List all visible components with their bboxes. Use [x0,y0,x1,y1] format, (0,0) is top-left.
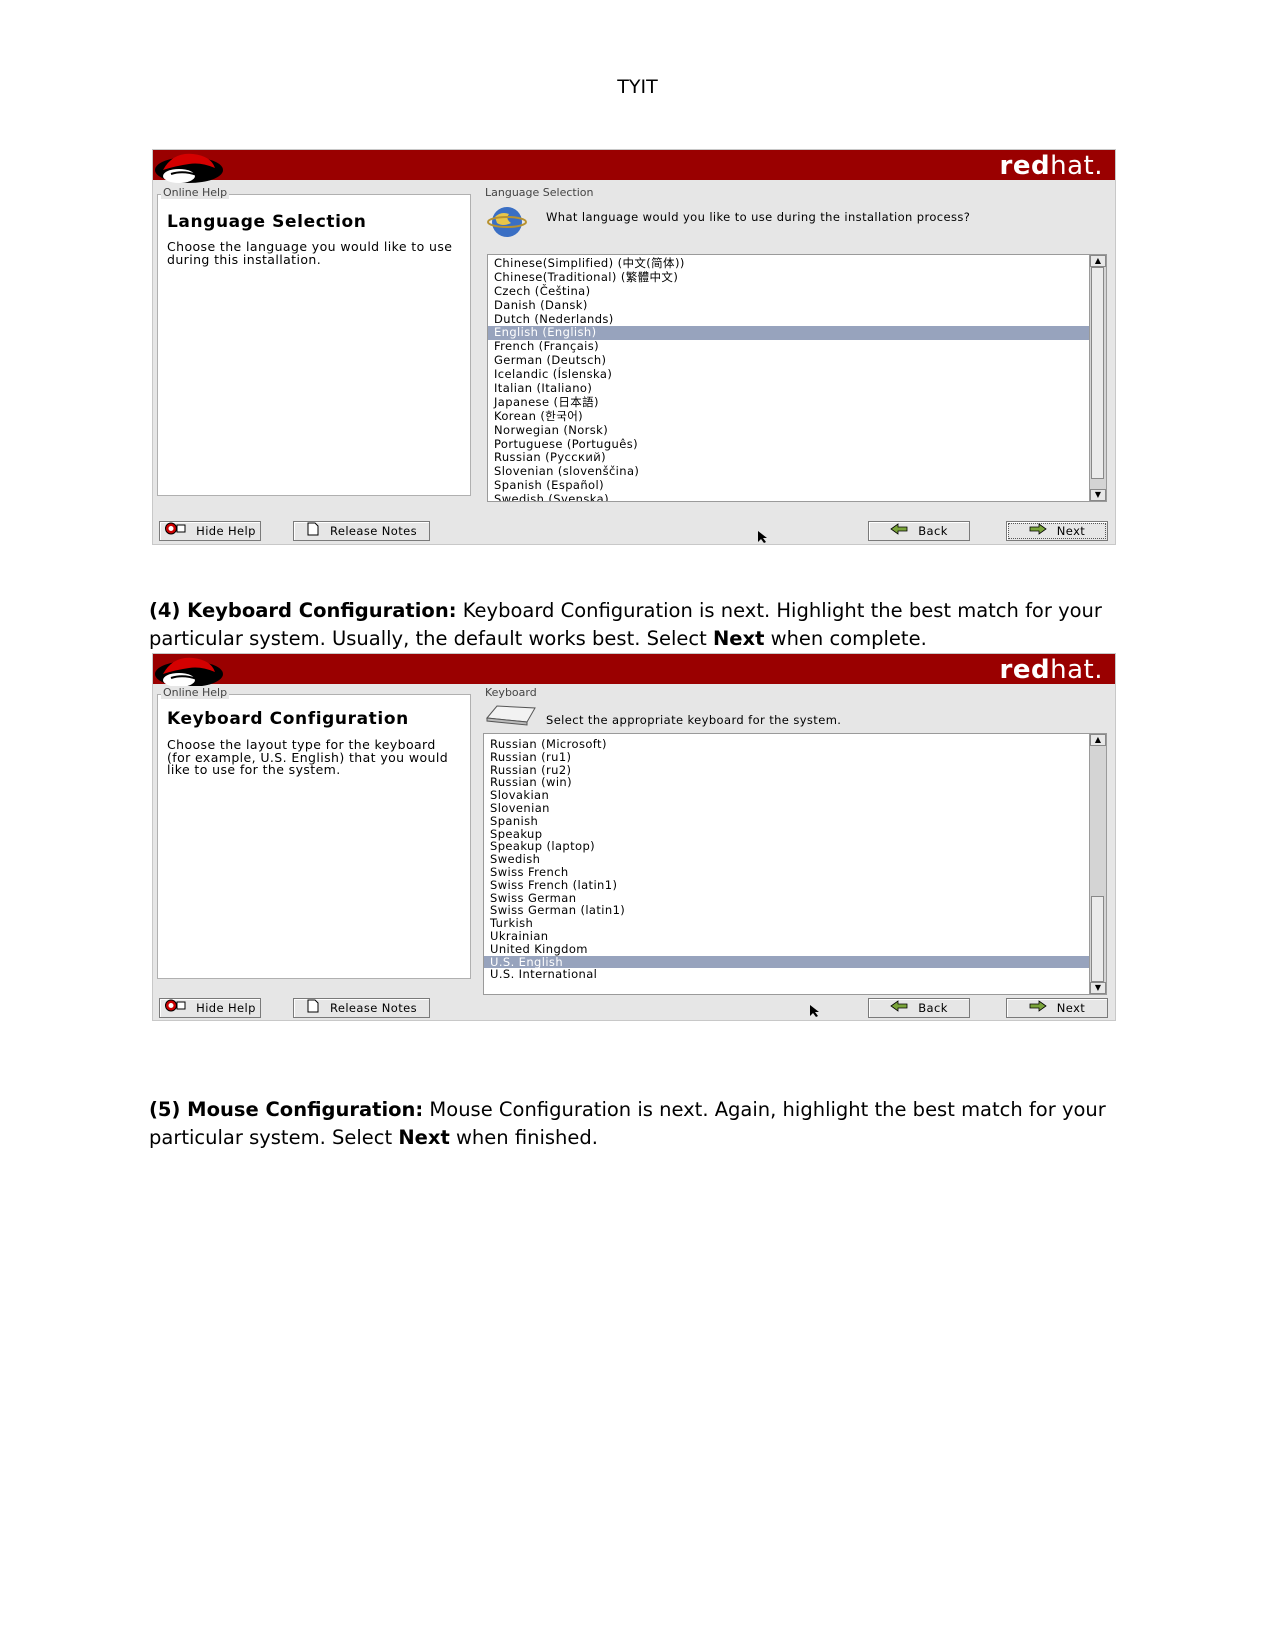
mouse-cursor-icon [810,1005,819,1017]
list-item[interactable]: Dutch (Nederlands) [488,312,1106,327]
scroll-thumb[interactable] [1091,267,1104,479]
list-item[interactable]: Speakup (laptop) [484,840,1106,853]
redhat-wordmark: redhat. [999,655,1103,685]
release-notes-button[interactable]: Release Notes [293,998,430,1018]
redhat-banner [153,150,1115,180]
list-item[interactable]: Chinese(Simplified) (中文(简体)) [488,256,1106,271]
scroll-down-arrow-icon[interactable]: ▼ [1090,489,1106,501]
redhat-banner [153,654,1115,684]
list-item[interactable]: Danish (Dansk) [488,298,1106,313]
list-item[interactable]: Swiss French [484,866,1106,879]
list-item[interactable]: Spanish (Español) [488,478,1106,493]
list-item[interactable]: Italian (Italiano) [488,381,1106,396]
list-item[interactable]: Swiss German (latin1) [484,904,1106,917]
list-item[interactable]: U.S. International [484,968,1106,981]
language-list[interactable]: Chinese(Simplified) (中文(简体)) Chinese(Trad… [487,254,1107,502]
language-selection-screenshot: redhat. Online Help Language Selection C… [152,149,1116,545]
list-item[interactable]: Swiss French (latin1) [484,878,1106,892]
hide-help-button[interactable]: Hide Help [159,521,261,541]
list-item[interactable]: Russian (Русский) [488,451,1106,465]
redhat-shadowman-logo [155,657,223,687]
language-list-scrollbar[interactable]: ▲ ▼ [1089,255,1106,501]
list-item[interactable]: Icelandic (Íslenska) [488,367,1106,382]
keyboard-frame-label: Keyboard [483,686,539,699]
help-body: Choose the language you would like to us… [167,239,453,267]
list-item[interactable]: Spanish [484,814,1106,828]
mouse-configuration-paragraph: (5) Mouse Configuration: Mouse Configura… [149,1098,1106,1149]
list-item[interactable]: Russian (ru1) [484,750,1106,764]
keyboard-configuration-screenshot: redhat. Online Help Keyboard Configurati… [152,653,1116,1021]
list-item[interactable]: Portuguese (Português) [488,437,1106,452]
page-header: TYIT [617,76,658,98]
list-item[interactable]: Japanese (日本語) [488,395,1106,410]
globe-icon [487,207,527,237]
list-item[interactable]: French (Français) [488,339,1106,354]
list-item[interactable]: Russian (Microsoft) [484,738,1106,751]
back-arrow-icon [890,999,908,1017]
help-title: Language Selection [167,212,367,232]
list-item[interactable]: United Kingdom [484,942,1106,956]
scroll-down-arrow-icon[interactable]: ▼ [1090,982,1106,994]
list-item[interactable]: Turkish [484,917,1106,930]
keyboard-icon [486,705,536,726]
list-item[interactable]: Russian (win) [484,776,1106,789]
language-prompt: What language would you like to use duri… [546,210,971,224]
list-item[interactable]: Slovakian [484,789,1106,802]
document-icon [306,999,320,1018]
back-button[interactable]: Back [868,998,970,1018]
online-help-label: Online Help [161,686,230,699]
next-button[interactable]: Next [1006,521,1108,541]
list-item[interactable]: Ukrainian [484,930,1106,943]
hide-help-icon [164,999,186,1017]
list-item[interactable]: Czech (Čeština) [488,284,1106,299]
language-frame-label: Language Selection [483,186,596,199]
list-item[interactable]: Slovenian [484,802,1106,815]
scroll-up-arrow-icon[interactable]: ▲ [1090,255,1106,267]
keyboard-list[interactable]: Russian (Microsoft) Russian (ru1) Russian … [483,733,1107,995]
keyboard-prompt: Select the appropriate keyboard for the … [546,713,842,727]
next-button[interactable]: Next [1006,998,1108,1018]
help-title: Keyboard Configuration [167,709,409,729]
back-button[interactable]: Back [868,521,970,541]
online-help-label: Online Help [161,186,230,199]
list-item[interactable]: Korean (한국어) [488,409,1106,424]
scroll-thumb[interactable] [1091,896,1104,982]
list-item[interactable]: Russian (ru2) [484,763,1106,777]
list-item[interactable]: Norwegian (Norsk) [488,423,1106,438]
next-arrow-icon [1029,522,1047,540]
hide-help-icon [164,522,186,540]
release-notes-button[interactable]: Release Notes [293,521,430,541]
list-item[interactable]: Slovenian (slovenščina) [488,464,1106,479]
list-item[interactable]: Swedish (Svenska) [488,492,1106,501]
redhat-shadowman-logo [155,153,223,183]
list-item-selected[interactable]: English (English) [488,326,1106,341]
list-item[interactable]: Swedish [484,853,1106,866]
hide-help-button[interactable]: Hide Help [159,998,261,1018]
back-arrow-icon [890,522,908,540]
redhat-wordmark: redhat. [999,151,1103,181]
mouse-cursor-icon [758,531,767,543]
next-arrow-icon [1029,999,1047,1017]
keyboard-list-scrollbar[interactable]: ▲ ▼ [1089,734,1106,994]
keyboard-configuration-paragraph: (4) Keyboard Configuration: Keyboard Con… [149,599,1102,650]
list-item[interactable]: Chinese(Traditional) (繁體中文) [488,270,1106,285]
help-body: Choose the layout type for the keyboard … [167,737,449,777]
scroll-up-arrow-icon[interactable]: ▲ [1090,734,1106,746]
document-icon [306,522,320,541]
